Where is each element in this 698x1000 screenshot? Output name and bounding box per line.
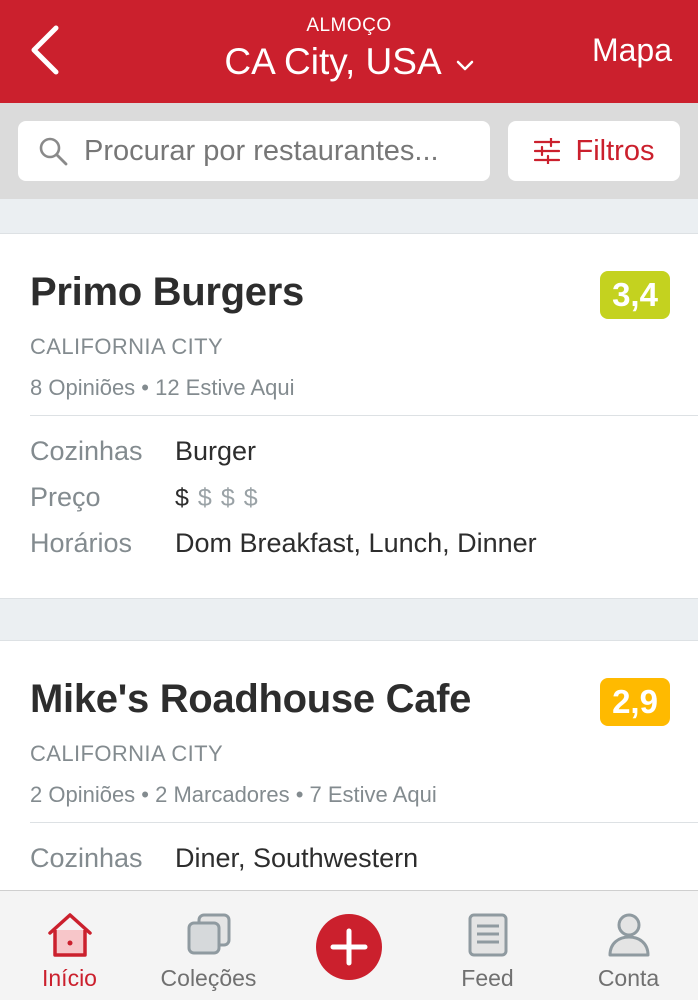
hours-label: Horários [30,528,133,558]
search-box[interactable] [18,121,490,181]
tab-home[interactable]: Início [0,891,139,1000]
tab-collections[interactable]: Coleções [139,891,278,1000]
user-icon [608,913,649,957]
rating-badge: 3,4 [600,271,670,319]
restaurant-locality: CALIFORNIA CITY [30,334,224,359]
search-input[interactable] [84,134,474,168]
restaurant-stats: 8 Opiniões • 12 Estive Aqui [30,375,295,400]
cuisines-value: Burger [175,436,257,466]
price-symbol: $ [220,484,235,512]
price-row: Preço $ $ $ $ [30,482,267,513]
map-button[interactable]: Mapa [592,30,672,70]
filters-button[interactable]: Filtros [508,121,680,181]
search-bar-area: Filtros [0,103,698,199]
cuisines-label: Cozinhas [30,436,143,466]
hours-row: Horários Dom Breakfast, Lunch, Dinner [30,528,537,559]
location-selector[interactable]: ALMOÇO CA City, USA [150,14,548,84]
restaurant-stats: 2 Opiniões • 2 Marcadores • 7 Estive Aqu… [30,782,437,807]
restaurant-name: Mike's Roadhouse Cafe [30,677,472,721]
divider [30,415,698,416]
cuisines-label: Cozinhas [30,843,143,873]
restaurant-name: Primo Burgers [30,270,304,314]
plus-icon [330,928,368,966]
tab-account[interactable]: Conta [559,891,698,1000]
price-symbol: $ [243,484,258,512]
restaurant-card[interactable]: Mike's Roadhouse Cafe 2,9 CALIFORNIA CIT… [0,640,698,900]
top-bar: ALMOÇO CA City, USA Mapa [0,0,698,103]
cuisines-row: Cozinhas Burger [30,436,256,467]
tab-home-label: Início [42,965,97,991]
filters-label: Filtros [575,134,655,167]
cuisines-value: Diner, Southwestern [175,843,419,873]
add-button[interactable] [316,914,382,980]
divider [30,822,698,823]
collections-icon [187,913,230,955]
tab-collections-label: Coleções [160,965,257,991]
price-symbol: $ [197,484,212,512]
tab-account-label: Conta [597,965,660,991]
restaurant-locality: CALIFORNIA CITY [30,741,224,766]
tab-feed[interactable]: Feed [418,891,557,1000]
price-label: Preço [30,482,101,512]
search-icon [39,137,68,166]
rating-badge: 2,9 [600,678,670,726]
home-icon [47,913,92,957]
hours-value: Dom Breakfast, Lunch, Dinner [175,528,537,558]
city-label: CA City, USA [224,41,442,82]
meal-label: ALMOÇO [306,15,392,36]
tab-feed-label: Feed [461,965,514,991]
restaurant-card[interactable]: Primo Burgers 3,4 CALIFORNIA CITY 8 Opin… [0,233,698,599]
feed-icon [468,913,507,957]
chevron-down-icon [456,60,473,71]
cuisines-row: Cozinhas Diner, Southwestern [30,843,418,874]
price-symbol: $ [175,484,189,512]
back-arrow-icon[interactable] [26,22,66,78]
price-level: $ $ $ $ [175,482,267,513]
sliders-icon [533,138,560,164]
